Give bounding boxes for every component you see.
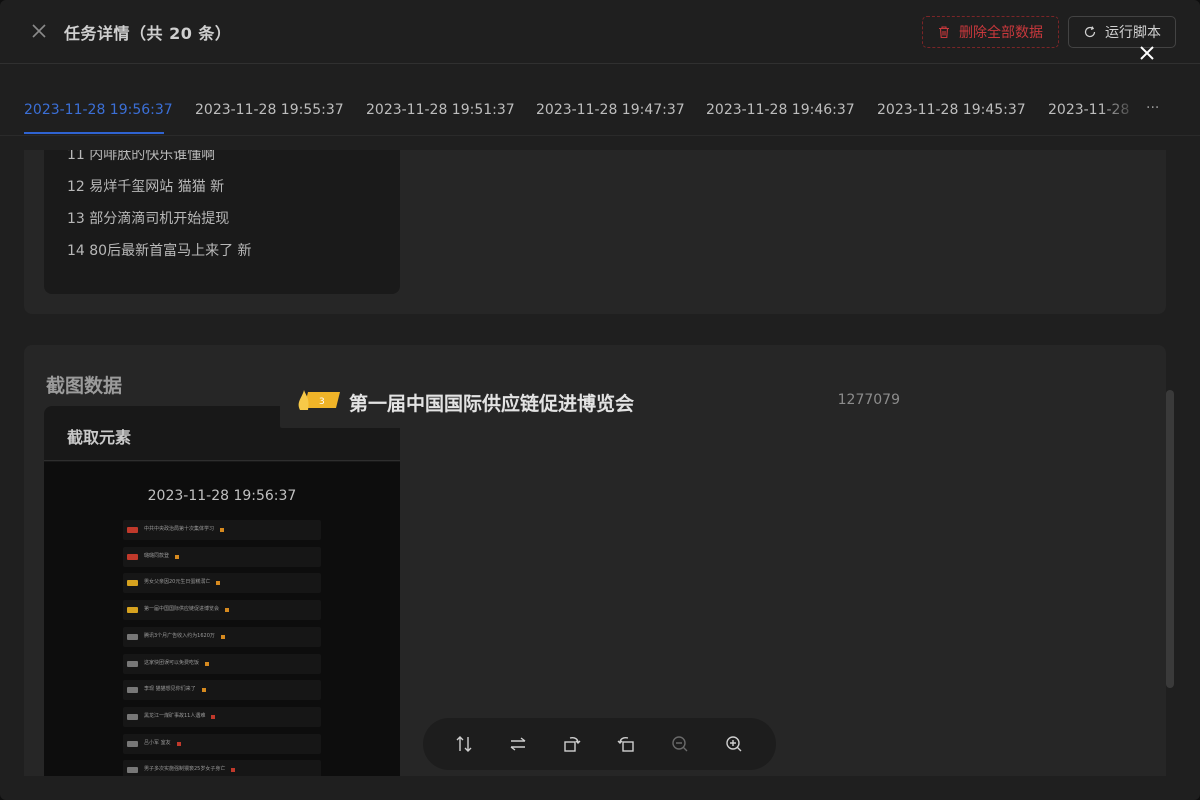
mini-row-text: 第一届中国国际供应链促进博览会 bbox=[144, 606, 220, 613]
screenshot-thumbnail[interactable]: 2023-11-28 19:56:37 中共中央政治局第十次集体学习 璐璐同款登男… bbox=[44, 462, 400, 776]
mini-row-text: 璐璐同款登 bbox=[144, 552, 170, 559]
zoom-in-icon[interactable] bbox=[723, 733, 745, 755]
mini-tag-icon bbox=[211, 714, 215, 719]
tab-1[interactable]: 2023-11-28 19:55:37 bbox=[195, 102, 344, 118]
mini-rank-icon bbox=[127, 740, 138, 747]
mini-rank-icon bbox=[127, 527, 138, 533]
mini-list-row: 中共中央政治局第十次集体学习 bbox=[123, 520, 321, 540]
modal-title: 任务详情（共 20 条） bbox=[64, 24, 232, 43]
rotate-left-icon[interactable] bbox=[615, 733, 637, 755]
mini-list-row: 男子多次实施强制猥亵25岁女子身亡 bbox=[123, 760, 321, 776]
mini-row-text: 吕小军 室友 bbox=[144, 739, 171, 746]
refresh-icon bbox=[1084, 26, 1096, 38]
preview-toolbar bbox=[423, 718, 776, 770]
list-item: 14 80后最新首富马上来了 新 bbox=[67, 243, 252, 259]
mini-tag-icon bbox=[175, 554, 179, 559]
mini-rank-icon bbox=[127, 580, 138, 587]
flip-horizontal-icon[interactable] bbox=[507, 733, 529, 755]
close-icon[interactable] bbox=[28, 20, 50, 42]
mini-tag-icon bbox=[231, 768, 235, 773]
hot-badge-icon: 3 bbox=[298, 390, 340, 410]
active-tab-indicator bbox=[24, 132, 164, 134]
mini-rank-icon bbox=[127, 660, 138, 667]
run-script-button[interactable]: 运行脚本 bbox=[1068, 16, 1176, 48]
timestamp-tabs: 2023-11-28 19:56:37 2023-11-28 19:55:37 … bbox=[0, 64, 1200, 136]
preview-count: 1277079 bbox=[837, 392, 900, 408]
modal-header: 任务详情（共 20 条） 删除全部数据 运行脚本 bbox=[0, 0, 1200, 64]
flip-vertical-icon[interactable] bbox=[453, 733, 475, 755]
mini-tag-icon bbox=[225, 608, 229, 613]
delete-all-button[interactable]: 删除全部数据 bbox=[922, 16, 1059, 48]
mini-tag-icon bbox=[177, 741, 181, 746]
list-item: 13 部分滴滴司机开始提现 bbox=[67, 211, 230, 227]
mini-list-row: 璐璐同款登 bbox=[123, 546, 321, 567]
tab-3[interactable]: 2023-11-28 19:47:37 bbox=[536, 102, 685, 118]
mini-list-row: 男女父亲因20元生日蛋糕溺亡 bbox=[123, 573, 321, 594]
mini-rank-icon bbox=[127, 553, 138, 560]
mini-tag-icon bbox=[216, 581, 220, 586]
tab-2[interactable]: 2023-11-28 19:51:37 bbox=[366, 102, 515, 118]
svg-text:3: 3 bbox=[319, 397, 325, 407]
mini-row-text: 中共中央政治局第十次集体学习 bbox=[144, 526, 215, 532]
preview-close-icon[interactable] bbox=[1136, 42, 1158, 64]
mini-tag-icon bbox=[202, 688, 206, 693]
mini-row-text: 腾讯3个月广告收入约为1620万 bbox=[144, 632, 215, 639]
mini-row-text: 男女父亲因20元生日蛋糕溺亡 bbox=[144, 579, 211, 586]
mini-list-row: 这家快团误可以免费吃饭 bbox=[123, 653, 321, 674]
run-script-label: 运行脚本 bbox=[1105, 25, 1161, 41]
mini-row-text: 黑龙江一煤矿事故11人遇难 bbox=[144, 712, 206, 719]
tab-content: 11 内啡肽的快乐谁懂啊 12 易烊千玺网站 猫猫 新 13 部分滴滴司机开始提… bbox=[0, 150, 1200, 776]
vertical-scrollbar[interactable] bbox=[1166, 390, 1174, 688]
mini-rank-icon bbox=[127, 767, 138, 774]
tab-0[interactable]: 2023-11-28 19:56:37 bbox=[24, 102, 173, 118]
text-data-card: 11 内啡肽的快乐谁懂啊 12 易烊千玺网站 猫猫 新 13 部分滴滴司机开始提… bbox=[24, 150, 1166, 314]
tab-4[interactable]: 2023-11-28 19:46:37 bbox=[706, 102, 855, 118]
preview-title: 第一届中国国际供应链促进博览会 bbox=[349, 393, 635, 415]
mini-rank-icon bbox=[127, 713, 138, 720]
hot-list: 11 内啡肽的快乐谁懂啊 12 易烊千玺网站 猫猫 新 13 部分滴滴司机开始提… bbox=[44, 150, 400, 294]
mini-row-text: 男子多次实施强制猥亵25岁女子身亡 bbox=[144, 766, 226, 773]
mini-row-text: 这家快团误可以免费吃饭 bbox=[144, 659, 200, 666]
section-title: 截图数据 bbox=[46, 375, 123, 397]
list-item: 11 内啡肽的快乐谁懂啊 bbox=[67, 150, 216, 163]
mini-list-row: 吕小军 室友 bbox=[123, 733, 321, 754]
tab-5[interactable]: 2023-11-28 19:45:37 bbox=[877, 102, 1026, 118]
app-root: 任务详情（共 20 条） 删除全部数据 运行脚本 2023-11-28 19:5… bbox=[0, 0, 1200, 800]
delete-all-label: 删除全部数据 bbox=[959, 25, 1043, 41]
tabs-fade bbox=[1100, 64, 1140, 134]
mini-tag-icon bbox=[220, 528, 224, 532]
mini-rank-icon bbox=[127, 633, 138, 640]
rotate-right-icon[interactable] bbox=[561, 733, 583, 755]
task-detail-modal: 任务详情（共 20 条） 删除全部数据 运行脚本 2023-11-28 19:5… bbox=[0, 0, 1200, 800]
mini-list-row: 黑龙江一煤矿事故11人遇难 bbox=[123, 706, 321, 727]
list-item: 12 易烊千玺网站 猫猫 新 bbox=[67, 179, 225, 195]
zoom-out-icon[interactable] bbox=[669, 733, 691, 755]
mini-list-row: 腾讯3个月广告收入约为1620万 bbox=[123, 626, 321, 647]
screenshot-timestamp: 2023-11-28 19:56:37 bbox=[147, 488, 297, 504]
mini-list-row: 第一届中国国际供应链促进博览会 bbox=[123, 600, 321, 621]
preview-image: 3 第一届中国国际供应链促进博览会 1277079 bbox=[280, 374, 920, 428]
tabs-more-button[interactable]: ··· bbox=[1146, 100, 1159, 116]
mini-tag-icon bbox=[205, 661, 209, 666]
trash-icon bbox=[939, 26, 949, 39]
mini-rank-icon bbox=[127, 687, 138, 694]
mini-rank-icon bbox=[127, 607, 138, 614]
mini-list-row: 李现 猫猫想见你们来了 bbox=[123, 680, 321, 701]
mini-row-text: 李现 猫猫想见你们来了 bbox=[144, 686, 196, 693]
captured-element-panel: 截取元素 2023-11-28 19:56:37 中共中央政治局第十次集体学习璐… bbox=[44, 406, 400, 776]
mini-tag-icon bbox=[221, 634, 225, 639]
